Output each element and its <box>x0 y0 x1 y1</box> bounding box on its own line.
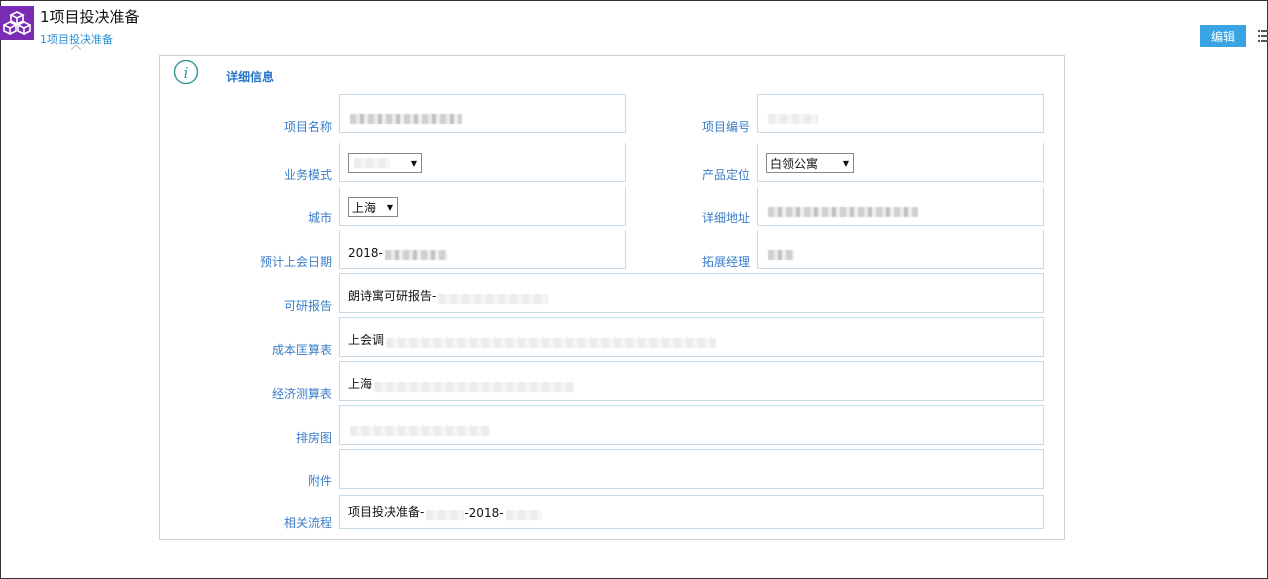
page-title: 1项目投决准备 <box>40 8 140 26</box>
economic-sheet-label: 经济测算表 <box>271 387 332 401</box>
meeting-date-value: 2018- <box>348 246 383 260</box>
attachment-field[interactable] <box>339 449 1044 489</box>
product-position-label: 产品定位 <box>701 168 750 182</box>
redacted-value <box>768 114 818 124</box>
edit-button[interactable]: 编辑 <box>1200 25 1246 47</box>
redacted-value <box>768 250 794 260</box>
detail-panel: i 详细信息 项目名称 项目编号 业务模式 ▼ 产品定位 白领公寓 ▼ 城市 上… <box>159 55 1065 540</box>
redacted-value <box>438 294 549 304</box>
related-process-value: 项目投决准备- <box>348 505 425 519</box>
related-process-label: 相关流程 <box>283 516 332 530</box>
city-value: 上海 <box>352 200 377 215</box>
project-code-label: 项目编号 <box>701 120 750 134</box>
product-position-value: 白领公寓 <box>770 156 819 171</box>
cubes-icon <box>0 6 34 40</box>
cost-sheet-value: 上会调 <box>348 333 385 347</box>
redacted-value <box>354 158 390 168</box>
redacted-value <box>426 510 465 520</box>
business-mode-label: 业务模式 <box>283 168 332 182</box>
city-field: 上海 ▼ <box>339 187 626 226</box>
redacted-value <box>384 250 447 260</box>
section-title: 详细信息 <box>226 70 275 84</box>
dropdown-arrow-icon: ▼ <box>386 202 393 212</box>
cost-sheet-label: 成本匡算表 <box>271 343 332 357</box>
product-position-field: 白领公寓 ▼ <box>757 143 1044 182</box>
dropdown-arrow-icon: ▼ <box>842 158 849 168</box>
address-field[interactable] <box>757 187 1044 226</box>
feasibility-report-field[interactable]: 朗诗寓可研报告- <box>339 273 1044 313</box>
city-label: 城市 <box>307 211 332 225</box>
redacted-value <box>350 426 490 436</box>
attachment-label: 附件 <box>307 474 332 488</box>
city-select[interactable]: 上海 ▼ <box>348 197 398 217</box>
caret-up-icon <box>71 44 81 50</box>
related-process-field[interactable]: 项目投决准备- -2018- <box>339 495 1044 529</box>
project-name-field[interactable] <box>339 94 626 133</box>
meeting-date-label: 预计上会日期 <box>259 255 332 269</box>
business-mode-field: ▼ <box>339 143 626 182</box>
redacted-value <box>374 382 575 392</box>
room-plan-label: 排房图 <box>295 431 332 445</box>
redacted-value <box>386 338 717 348</box>
manager-field[interactable] <box>757 230 1044 269</box>
redacted-value <box>350 114 462 124</box>
info-icon: i <box>173 59 199 85</box>
meeting-date-field[interactable]: 2018- <box>339 230 626 269</box>
svg-text:i: i <box>184 64 189 82</box>
list-icon[interactable] <box>1258 29 1268 43</box>
project-name-label: 项目名称 <box>283 120 332 134</box>
economic-sheet-value: 上海 <box>348 377 373 391</box>
redacted-value <box>768 207 918 217</box>
related-process-value-2: -2018- <box>464 506 504 520</box>
room-plan-field[interactable] <box>339 405 1044 445</box>
feasibility-report-label: 可研报告 <box>283 299 332 313</box>
project-code-field[interactable] <box>757 94 1044 133</box>
feasibility-report-value: 朗诗寓可研报告- <box>348 289 437 303</box>
redacted-value <box>505 510 542 520</box>
dropdown-arrow-icon: ▼ <box>410 158 417 168</box>
manager-label: 拓展经理 <box>701 255 750 269</box>
economic-sheet-field[interactable]: 上海 <box>339 361 1044 401</box>
product-position-select[interactable]: 白领公寓 ▼ <box>766 153 854 173</box>
address-label: 详细地址 <box>701 211 750 225</box>
business-mode-select[interactable]: ▼ <box>348 153 422 173</box>
cost-sheet-field[interactable]: 上会调 <box>339 317 1044 357</box>
